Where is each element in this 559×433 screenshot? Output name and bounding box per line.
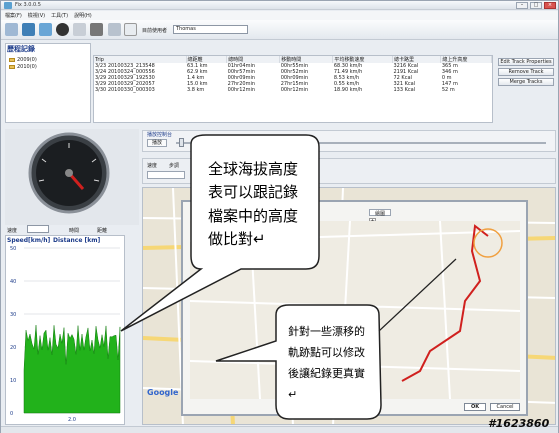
column-header[interactable]: 總卡路里 xyxy=(392,56,442,63)
y-tick-label: 50 xyxy=(10,246,16,252)
speed-dropdown-label: 速度 xyxy=(7,228,18,234)
table-cell: 3.8 km xyxy=(187,87,205,93)
folder-icon xyxy=(9,65,15,69)
tree-item-label: 2010(0) xyxy=(17,64,37,70)
table-row[interactable]: 3/30 20100330_000303 3.8 km 00hr12min 00hr1… xyxy=(94,87,492,93)
tree-item-2009[interactable]: 2009(0) xyxy=(9,57,37,63)
column-header[interactable]: 總距離 xyxy=(186,56,228,63)
toolbar: 目前使用者 Thomas xyxy=(1,20,558,40)
remove-track-button[interactable]: Remove Track xyxy=(498,68,554,76)
callout-drift-text: 針對一些漂移的軌跡點可以修改後讓紀錄更真實↵ xyxy=(288,325,365,401)
table-cell: 18.90 km/h xyxy=(333,87,363,93)
filter-input[interactable] xyxy=(147,171,185,179)
maximize-button[interactable]: □ xyxy=(530,2,542,9)
playback-title: 播放控制台 xyxy=(147,132,173,138)
column-header[interactable]: 平均移動速度 xyxy=(332,56,393,63)
cloud-icon[interactable] xyxy=(22,23,35,36)
menu-file[interactable]: 檔案(F) xyxy=(5,12,22,19)
y-tick-label: 10 xyxy=(10,378,16,384)
ok-button[interactable]: OK xyxy=(464,403,486,411)
window-controls: – □ × xyxy=(516,2,556,9)
filter-label: 心率 xyxy=(191,163,202,169)
map-icon[interactable] xyxy=(39,23,52,36)
table-cell: 133 Kcal xyxy=(393,87,416,93)
import-icon[interactable] xyxy=(5,23,18,36)
menu-tools[interactable]: 工具(T) xyxy=(51,12,68,19)
menu-view[interactable]: 檢視(V) xyxy=(28,12,45,19)
merge-tracks-button[interactable]: Merge Tracks xyxy=(498,78,554,86)
table-header-row: Trip 總距離 總時間 移動時間 平均移動速度 總卡路里 總上升高度 xyxy=(94,56,492,63)
folder-icon xyxy=(9,58,15,62)
column-header[interactable]: 移動時間 xyxy=(279,56,334,63)
watermark: #1623860 xyxy=(488,417,550,430)
trips-table: Trip 總距離 總時間 移動時間 平均移動速度 總卡路里 總上升高度 3/23… xyxy=(93,55,493,123)
speedometer-panel xyxy=(5,129,139,225)
column-header[interactable]: 總時間 xyxy=(226,56,281,63)
close-button[interactable]: × xyxy=(544,2,556,9)
delete-icon[interactable] xyxy=(90,23,103,36)
table-cell: 00hr12min xyxy=(280,87,309,93)
filter-label: 速度 xyxy=(147,163,158,169)
status-bar xyxy=(1,426,558,433)
user-selector[interactable]: Thomas xyxy=(173,25,248,34)
play-button[interactable]: 播放 xyxy=(147,139,167,147)
speed-series xyxy=(23,325,121,414)
history-header: 歷程記錄 xyxy=(7,45,35,53)
gauge-icon[interactable] xyxy=(56,23,69,36)
menu-help[interactable]: 說明(H) xyxy=(74,12,92,19)
map-logo: Google xyxy=(147,388,179,397)
filter-label: 步調 xyxy=(169,163,180,169)
column-header[interactable]: 總上升高度 xyxy=(440,56,492,63)
x-tick-label: 2.0 xyxy=(68,417,76,423)
map-tab[interactable]: 繪圖 xyxy=(369,209,391,217)
cancel-button[interactable]: Cancel xyxy=(490,403,520,411)
speed-graph: Speed[km/h] Distance [km] 50 40 30 20 10 0 2.0 xyxy=(5,235,125,425)
table-cell: 52 m xyxy=(441,87,455,93)
radio-distance[interactable]: 距離 xyxy=(97,227,107,234)
y-tick-label: 40 xyxy=(10,279,16,285)
callout-altitude-text: 全球海拔高度表可以跟記錄檔案中的高度做比對↵ xyxy=(208,160,299,248)
user-selector-label: 目前使用者 xyxy=(142,28,168,34)
column-header[interactable]: Trip xyxy=(94,56,187,63)
settings-icon[interactable] xyxy=(73,23,86,36)
link-icon[interactable] xyxy=(108,23,121,36)
tree-item-2010[interactable]: 2010(0) xyxy=(9,64,37,70)
filter-panel: 速度 步調 心率 時間 距離 綠 緯度 經度 xyxy=(142,158,556,184)
speed-dropdown[interactable] xyxy=(27,225,49,233)
edit-track-properties-button[interactable]: Edit Track Properties xyxy=(498,58,554,66)
app-window: Fix 3.0.0.5 – □ × 檔案(F) 檢視(V) 工具(T) 說明(H… xyxy=(0,0,559,433)
speed-graph-plot: 50 40 30 20 10 0 2.0 xyxy=(10,246,121,423)
window-title: Fix 3.0.0.5 xyxy=(15,2,41,8)
radio-time[interactable]: 時間 xyxy=(69,227,79,234)
playback-panel xyxy=(142,130,556,152)
minimize-button[interactable]: – xyxy=(516,2,528,9)
document-icon[interactable] xyxy=(124,23,137,36)
table-cell: 3/30 20100330_000303 xyxy=(95,87,155,93)
y-tick-label: 20 xyxy=(10,345,16,351)
tree-item-label: 2009(0) xyxy=(17,57,37,63)
menu-bar: 檔案(F) 檢視(V) 工具(T) 說明(H) xyxy=(1,11,558,20)
app-icon xyxy=(4,2,12,9)
y-tick-label: 30 xyxy=(10,312,16,318)
title-bar: Fix 3.0.0.5 – □ × xyxy=(1,1,558,10)
y-tick-label: 0 xyxy=(10,411,13,417)
table-cell: 00hr12min xyxy=(227,87,256,93)
playback-slider[interactable] xyxy=(176,142,546,144)
history-tree xyxy=(5,43,91,123)
playback-slider-thumb[interactable] xyxy=(179,138,184,147)
speedometer xyxy=(28,132,110,214)
